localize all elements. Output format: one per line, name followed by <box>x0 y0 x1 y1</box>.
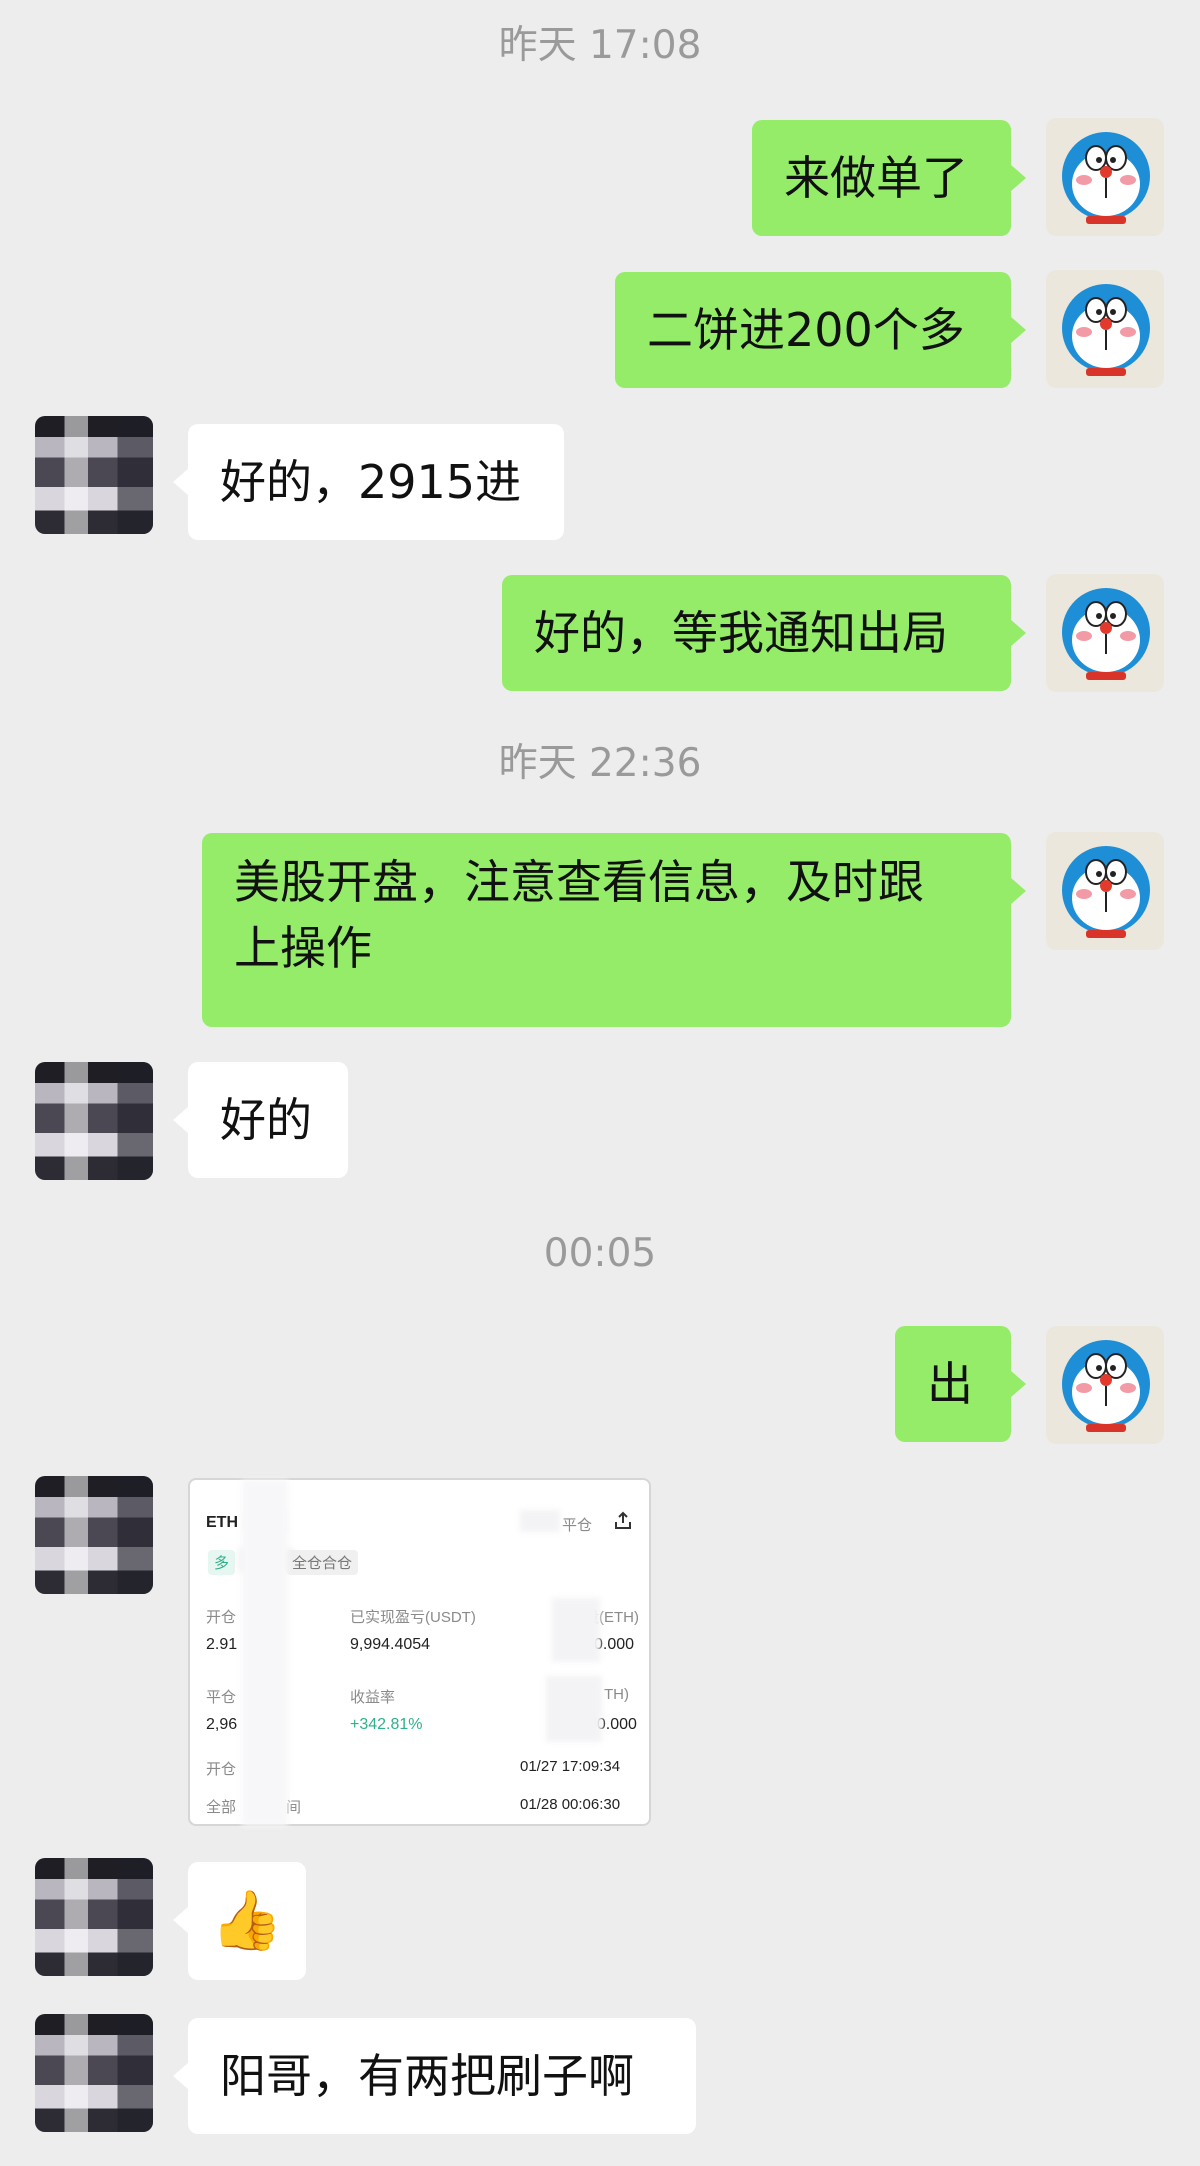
doraemon-avatar-icon <box>1062 284 1150 376</box>
timestamp: 昨天 22:36 <box>498 741 702 786</box>
all-close-label-suffix: 间 <box>286 1799 302 1816</box>
symbol-label: ETH <box>206 1514 238 1531</box>
message-bubble-mine[interactable]: 美股开盘，注意查看信息，及时跟 上操作 <box>202 833 1026 1027</box>
message-bubble-mine[interactable]: 好的，等我通知出局 <box>502 575 1026 691</box>
open-time-value: 01/27 17:09:34 <box>520 1758 621 1775</box>
doraemon-avatar-icon <box>1062 132 1150 224</box>
direction-tag: 多 <box>208 1550 236 1575</box>
doraemon-avatar-icon <box>1062 1340 1150 1432</box>
redaction <box>242 1480 288 1826</box>
message-line: 上操作 <box>234 921 372 975</box>
message-line: 美股开盘，注意查看信息，及时跟 <box>234 855 924 909</box>
contact-avatar[interactable] <box>35 1858 153 1976</box>
message-bubble-theirs[interactable]: 👍 <box>173 1862 306 1980</box>
realized-pnl-label: 已实现盈亏(USDT) <box>350 1609 476 1626</box>
open-label: 开仓 <box>206 1609 237 1626</box>
qty-value: 0.000 <box>594 1636 635 1653</box>
doraemon-avatar-icon <box>1062 846 1150 938</box>
message-bubble-mine[interactable]: 出 <box>895 1326 1026 1442</box>
roi-value: +342.81% <box>350 1716 423 1733</box>
my-avatar[interactable] <box>1046 1326 1164 1444</box>
message-bubble-theirs[interactable]: 好的，2915进 <box>173 424 564 540</box>
roi-label: 收益率 <box>350 1689 396 1706</box>
timestamp: 00:05 <box>543 1231 657 1276</box>
my-avatar[interactable] <box>1046 832 1164 950</box>
open-time-label: 开仓 <box>206 1761 237 1778</box>
redaction <box>546 1676 602 1742</box>
close-price-label: 平仓 <box>206 1689 237 1706</box>
doraemon-avatar-icon <box>1062 588 1150 680</box>
my-avatar[interactable] <box>1046 270 1164 388</box>
message-bubble-mine[interactable]: 二饼进200个多 <box>615 272 1026 388</box>
my-avatar[interactable] <box>1046 574 1164 692</box>
contact-avatar[interactable] <box>35 2014 153 2132</box>
message-bubble-mine[interactable]: 来做单了 <box>752 120 1026 236</box>
my-avatar[interactable] <box>1046 118 1164 236</box>
margin-tag: 全仓合仓 <box>286 1550 359 1575</box>
all-close-value: 01/28 00:06:30 <box>520 1796 621 1813</box>
trade-screenshot-image[interactable]: ETH 平仓 多 全仓合仓 开仓 2.91 已实现盈亏(USDT) 9,994.… <box>188 1478 651 1826</box>
message-bubble-theirs[interactable]: 好的 <box>173 1062 348 1178</box>
open-value: 2.91 <box>206 1636 238 1653</box>
contact-avatar[interactable] <box>35 1476 153 1594</box>
close-price-value: 2,96 <box>206 1716 238 1733</box>
contact-avatar[interactable] <box>35 416 153 534</box>
realized-pnl-value: 9,994.4054 <box>350 1636 431 1653</box>
message-bubble-theirs[interactable]: 阳哥，有两把刷子啊 <box>173 2018 696 2134</box>
all-close-label: 全部 <box>206 1799 237 1816</box>
contact-avatar[interactable] <box>35 1062 153 1180</box>
close-label: 平仓 <box>562 1517 593 1534</box>
redaction <box>520 1510 560 1532</box>
redaction <box>552 1598 600 1662</box>
share-icon[interactable] <box>612 1510 634 1532</box>
timestamp: 昨天 17:08 <box>498 23 702 68</box>
qty2-label: TH) <box>604 1686 629 1703</box>
